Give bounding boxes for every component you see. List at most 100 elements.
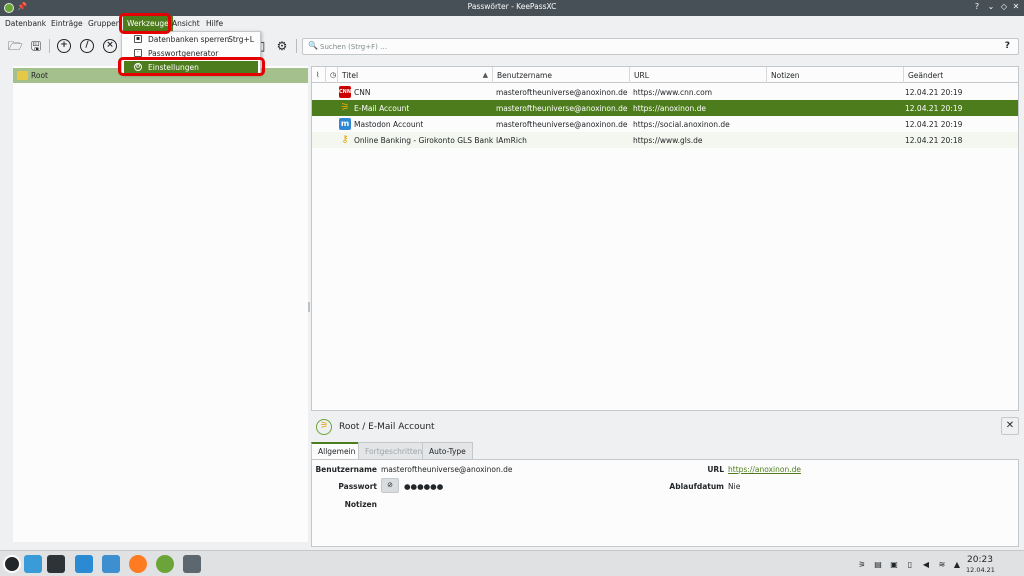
attachment-column-icon[interactable]: ⌇ <box>312 67 326 83</box>
menu-item-label: Datenbanken sperren <box>148 35 230 44</box>
password-value: ●●●●●● <box>404 482 444 491</box>
window-title: Passwörter - KeePassXC <box>467 2 557 11</box>
save-database-icon[interactable]: 🖫 <box>29 39 43 53</box>
email-wifi-icon: ⚞ <box>316 419 332 435</box>
column-header-notes[interactable]: Notizen <box>767 67 904 83</box>
settings-icon[interactable]: ⚙ <box>275 39 289 53</box>
wifi-icon[interactable]: ≋ <box>937 560 947 569</box>
table-row-selected[interactable]: ⚞ E-Mail Account masteroftheuniverse@ano… <box>312 100 1018 116</box>
add-entry-icon[interactable]: + <box>57 39 71 53</box>
entry-modified: 12.04.21 20:19 <box>905 120 963 129</box>
entry-url: https://anoxinon.de <box>633 104 706 113</box>
entry-modified: 12.04.21 20:19 <box>905 104 963 113</box>
tab-allgemein[interactable]: Allgemein <box>311 442 363 459</box>
open-database-icon[interactable]: 🗁 <box>8 39 23 53</box>
close-details-button[interactable]: ✕ <box>1001 417 1019 435</box>
expiry-value: Nie <box>728 482 741 491</box>
entry-title: E-Mail Account <box>354 104 410 113</box>
network-icon[interactable]: ⚞ <box>857 560 867 569</box>
entry-username: masteroftheuniverse@anoxinon.de <box>496 88 628 97</box>
key-icon: ⚷ <box>341 134 349 145</box>
search-icon: 🔍 <box>308 41 318 50</box>
entries-table: ⌇ ◷ Titel ▲ Benutzername URL Notizen Geä… <box>311 66 1019 411</box>
lock-icon: ▪ <box>134 35 142 43</box>
menu-item-lock-databases[interactable]: ▪ Datenbanken sperren Strg+L <box>124 33 258 46</box>
toolbar-separator <box>296 39 297 53</box>
entry-title: Online Banking - Girokonto GLS Bank <box>354 136 494 145</box>
entry-url: https://social.anoxinon.de <box>633 120 730 129</box>
maximize-icon[interactable]: ◇ <box>999 2 1009 11</box>
minimize-icon[interactable]: ⌄ <box>986 2 996 11</box>
edit-entry-icon[interactable]: / <box>80 39 94 53</box>
clock-date[interactable]: 12.04.21 <box>966 566 995 574</box>
clipboard-icon[interactable]: ▤ <box>873 560 883 569</box>
search-box: 🔍 ? <box>302 38 1019 55</box>
entry-title: CNN <box>354 88 371 97</box>
column-header-username[interactable]: Benutzername <box>493 67 630 83</box>
entry-url: https://www.gls.de <box>633 136 703 145</box>
column-header-modified[interactable]: Geändert <box>904 67 1018 83</box>
entry-modified: 12.04.21 20:19 <box>905 88 963 97</box>
column-header-url[interactable]: URL <box>630 67 767 83</box>
desktop-pager-icon[interactable] <box>24 555 42 573</box>
taskbar: ⚞ ▤ ▣ ▯ ◀ ≋ ▲ 20:23 12.04.21 <box>0 550 1024 576</box>
entry-modified: 12.04.21 20:18 <box>905 136 963 145</box>
toolbar-separator <box>49 39 50 53</box>
screenshot-tool-icon[interactable] <box>183 555 201 573</box>
entry-title: Mastodon Account <box>354 120 424 129</box>
menu-ansicht[interactable]: Ansicht <box>172 19 200 28</box>
email-wifi-icon: ⚞ <box>340 102 350 113</box>
search-help-icon[interactable]: ? <box>1005 41 1010 51</box>
battery-icon[interactable]: ▯ <box>905 560 915 569</box>
notes-label: Notizen <box>344 500 377 509</box>
tray-expand-icon[interactable]: ▲ <box>952 560 962 569</box>
software-store-icon[interactable] <box>75 555 93 573</box>
file-manager-icon[interactable] <box>102 555 120 573</box>
menu-hilfe[interactable]: Hilfe <box>206 19 223 28</box>
close-window-icon[interactable]: ✕ <box>1011 2 1021 11</box>
menu-eintraege[interactable]: Einträge <box>51 19 83 28</box>
help-window-icon[interactable]: ? <box>972 2 982 11</box>
table-row[interactable]: m Mastodon Account masteroftheuniverse@a… <box>312 116 1018 132</box>
group-tree-panel: Root <box>13 66 308 542</box>
menu-item-shortcut: Strg+L <box>228 35 254 44</box>
highlight-ring-werkzeuge <box>119 13 171 34</box>
username-label: Benutzername <box>315 465 377 474</box>
tab-fortgeschritten[interactable]: Fortgeschritten <box>358 442 430 459</box>
storage-icon[interactable]: ▣ <box>889 560 899 569</box>
search-input[interactable] <box>320 40 980 53</box>
username-value: masteroftheuniverse@anoxinon.de <box>381 465 513 474</box>
table-row[interactable]: ⚷ Online Banking - Girokonto GLS Bank IA… <box>312 132 1018 148</box>
tab-auto-type[interactable]: Auto-Type <box>422 442 473 459</box>
toggle-password-visibility-icon[interactable]: ⊘ <box>381 478 399 493</box>
firefox-icon[interactable] <box>129 555 147 573</box>
expiry-column-icon[interactable]: ◷ <box>326 67 338 83</box>
password-label: Passwort <box>338 482 377 491</box>
entry-username: masteroftheuniverse@anoxinon.de <box>496 104 628 113</box>
table-row[interactable]: CNN CNN masteroftheuniverse@anoxinon.de … <box>312 84 1018 100</box>
terminal-icon[interactable] <box>47 555 65 573</box>
entry-username: IAmRich <box>496 136 527 145</box>
entry-url: https://www.cnn.com <box>633 88 713 97</box>
table-header: ⌇ ◷ Titel ▲ Benutzername URL Notizen Geä… <box>312 67 1018 83</box>
cnn-icon: CNN <box>339 86 351 98</box>
url-label: URL <box>707 465 724 474</box>
column-header-title[interactable]: Titel ▲ <box>338 67 493 83</box>
keepassxc-taskbar-icon[interactable] <box>156 555 174 573</box>
app-launcher-icon[interactable] <box>3 555 21 573</box>
sort-ascending-icon: ▲ <box>482 71 488 79</box>
menu-datenbank[interactable]: Datenbank <box>5 19 46 28</box>
details-title: Root / E-Mail Account <box>339 422 435 432</box>
mastodon-icon: m <box>339 118 351 130</box>
volume-icon[interactable]: ◀ <box>921 560 931 569</box>
expiry-label: Ablaufdatum <box>669 482 724 491</box>
entry-details-panel: ⚞ Root / E-Mail Account ✕ Allgemein Fort… <box>311 414 1019 547</box>
url-link[interactable]: https://anoxinon.de <box>728 465 801 474</box>
dice-icon: · <box>134 49 142 57</box>
details-tab-body: Benutzername masteroftheuniverse@anoxino… <box>311 459 1019 547</box>
delete-entry-icon[interactable]: × <box>103 39 117 53</box>
menu-gruppen[interactable]: Gruppen <box>88 19 121 28</box>
clock-time[interactable]: 20:23 <box>967 555 993 565</box>
entry-username: masteroftheuniverse@anoxinon.de <box>496 120 628 129</box>
splitter-handle[interactable] <box>308 302 310 312</box>
